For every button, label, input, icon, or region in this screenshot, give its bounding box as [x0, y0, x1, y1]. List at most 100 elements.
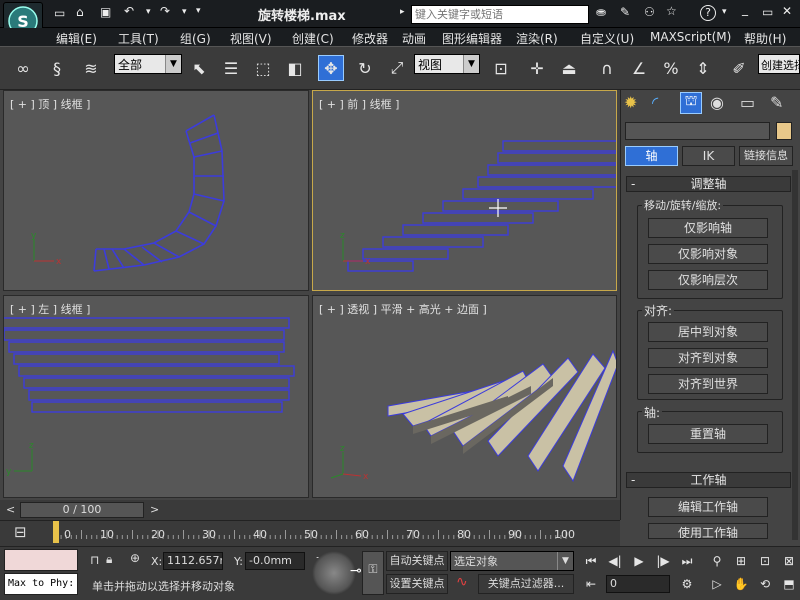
tab-ik[interactable]: IK — [682, 146, 735, 166]
command-panel-scrollbar[interactable] — [792, 170, 798, 540]
percent-snap-icon[interactable]: % — [658, 55, 684, 81]
keyboard-shortcut-override-icon[interactable]: ⏏ — [556, 55, 582, 81]
zoom-extents-icon[interactable]: ⊡ — [756, 552, 774, 570]
display-tab-icon[interactable]: ▭ — [740, 93, 760, 113]
selection-lock-icon[interactable]: ⊓ — [90, 553, 99, 567]
create-tab-icon[interactable]: ✹ — [624, 93, 644, 113]
track-bar[interactable]: ⊟ 0 10 20 30 40 50 60 70 80 90 100 — [0, 520, 620, 546]
affect-hierarchy-only-button[interactable]: 仅影响层次 — [648, 270, 768, 290]
key-filters-button[interactable]: 关键点过滤器... — [478, 574, 574, 594]
help-dropdown-icon[interactable]: ▾ — [722, 7, 727, 17]
object-color-swatch[interactable] — [776, 122, 792, 140]
modify-tab-icon[interactable]: ◜ — [652, 93, 672, 113]
minimize-icon[interactable]: _ — [742, 2, 748, 16]
edit-named-selection-icon[interactable]: ✐ — [726, 55, 752, 81]
select-object-icon[interactable]: ⬉ — [186, 55, 212, 81]
bind-space-warp-icon[interactable]: ≋ — [78, 55, 104, 81]
close-icon[interactable]: ✕ — [782, 4, 792, 18]
menu-view[interactable]: 视图(V) — [230, 30, 272, 47]
previous-frame-icon[interactable]: ◀| — [606, 552, 624, 570]
select-link-icon[interactable]: ∞ — [10, 55, 36, 81]
rollout-working-pivot[interactable]: - 工作轴 — [626, 472, 791, 488]
current-frame-field[interactable]: 0 — [606, 575, 670, 593]
viewport-left[interactable]: [ + ] 左 ] 线框 ] z y — [3, 295, 309, 498]
rectangular-selection-icon[interactable]: ⬚ — [250, 55, 276, 81]
rollout-adjust-pivot[interactable]: - 调整轴 — [626, 176, 791, 192]
tab-pivot[interactable]: 轴 — [625, 146, 678, 166]
x-coord-field[interactable]: 1112.657m — [163, 552, 223, 570]
menu-create[interactable]: 创建(C) — [292, 30, 334, 47]
menu-tools[interactable]: 工具(T) — [118, 30, 159, 47]
zoom-extents-all-icon[interactable]: ⊠ — [780, 552, 798, 570]
quick-access-dropdown-icon[interactable]: ▾ — [196, 6, 201, 16]
y-coord-field[interactable]: -0.0mm — [245, 552, 305, 570]
use-working-pivot-button[interactable]: 使用工作轴 — [648, 523, 768, 539]
next-frame-icon[interactable]: |▶ — [654, 552, 672, 570]
menu-edit[interactable]: 编辑(E) — [56, 30, 97, 47]
object-name-field[interactable] — [625, 122, 770, 140]
search-input[interactable] — [411, 5, 589, 24]
utilities-tab-icon[interactable]: ✎ — [770, 93, 790, 113]
save-file-icon[interactable]: ▣ — [100, 5, 111, 19]
key-mode-icon[interactable]: ⇤ — [582, 575, 600, 593]
field-of-view-icon[interactable]: ▷ — [708, 575, 726, 593]
play-icon[interactable]: ▶ — [630, 552, 648, 570]
viewport-front[interactable]: [ + ] 前 ] 线框 ] z x — [312, 90, 617, 291]
menu-help[interactable]: 帮助(H) — [744, 30, 786, 47]
open-file-icon[interactable]: ⌂ — [76, 5, 84, 19]
angle-snap-icon[interactable]: ∠ — [626, 55, 652, 81]
favorites-icon[interactable]: ☆ — [666, 4, 677, 18]
affect-pivot-only-button[interactable]: 仅影响轴 — [648, 218, 768, 238]
current-frame-marker[interactable] — [53, 521, 59, 543]
tab-link-info[interactable]: 链接信息 — [739, 146, 793, 166]
select-and-scale-icon[interactable]: ⤢ — [384, 55, 410, 81]
help-icon[interactable]: ? — [700, 5, 716, 21]
zoom-all-icon[interactable]: ⊞ — [732, 552, 750, 570]
account-icon[interactable]: ⚇ — [644, 5, 655, 19]
select-and-move-icon[interactable]: ✥ — [318, 55, 344, 81]
curve-editor-mini-icon[interactable]: ⊟ — [14, 523, 27, 541]
zoom-icon[interactable]: ⚲ — [708, 552, 726, 570]
unlink-icon[interactable]: § — [44, 55, 70, 81]
reset-pivot-button[interactable]: 重置轴 — [648, 424, 768, 444]
align-to-object-button[interactable]: 对齐到对象 — [648, 348, 768, 368]
align-to-world-button[interactable]: 对齐到世界 — [648, 374, 768, 394]
time-slider-next-icon[interactable]: > — [150, 503, 159, 516]
hierarchy-tab-icon[interactable]: ⛫ — [680, 92, 702, 114]
create-selection-set-field[interactable]: 创建选择 — [758, 54, 800, 74]
time-slider-thumb[interactable]: 0 / 100 — [20, 502, 144, 518]
spinner-snap-icon[interactable]: ⇕ — [690, 55, 716, 81]
auto-key-button[interactable]: 自动关键点 — [386, 551, 448, 571]
edit-working-pivot-button[interactable]: 编辑工作轴 — [648, 497, 768, 517]
binoculars-icon[interactable]: ⛂ — [596, 5, 606, 19]
absolute-mode-icon[interactable]: ⊕ — [130, 551, 140, 565]
window-crossing-icon[interactable]: ◧ — [282, 55, 308, 81]
redo-dropdown-icon[interactable]: ▾ — [182, 7, 187, 17]
go-to-end-icon[interactable]: ⏭ — [678, 552, 696, 570]
set-key-button[interactable]: 设置关键点 — [386, 574, 448, 594]
new-file-icon[interactable]: ▭ — [54, 6, 65, 20]
select-by-name-icon[interactable]: ☰ — [218, 55, 244, 81]
undo-dropdown-icon[interactable]: ▾ — [146, 7, 151, 17]
restore-icon[interactable]: ▭ — [762, 5, 773, 19]
affect-object-only-button[interactable]: 仅影响对象 — [648, 244, 768, 264]
pivot-center-icon[interactable]: ⊡ — [488, 55, 514, 81]
maxscript-mini-input[interactable]: Max to Phy: — [4, 573, 78, 595]
snaps-toggle-icon[interactable]: ∩ — [594, 55, 620, 81]
select-and-rotate-icon[interactable]: ↻ — [352, 55, 378, 81]
center-to-object-button[interactable]: 居中到对象 — [648, 322, 768, 342]
go-to-start-icon[interactable]: ⏮ — [582, 552, 600, 570]
time-slider-prev-icon[interactable]: < — [6, 503, 15, 516]
reference-coordinate-select[interactable]: 视图 ▼ — [414, 54, 480, 74]
time-configuration-icon[interactable]: ⚙ — [678, 575, 696, 593]
menu-graph-editors[interactable]: 图形编辑器 — [442, 30, 502, 47]
redo-icon[interactable]: ↷ — [160, 4, 170, 18]
viewport-perspective[interactable]: [ + ] 透视 ] 平滑 + 高光 + 边面 ] z x — [312, 295, 617, 498]
undo-icon[interactable]: ↶ — [124, 4, 134, 18]
menu-customize[interactable]: 自定义(U) — [580, 30, 634, 47]
menu-animation[interactable]: 动画 — [402, 30, 426, 47]
tools-icon[interactable]: ✎ — [620, 5, 630, 19]
lock-icon[interactable]: 🔒︎ — [106, 552, 112, 567]
motion-tab-icon[interactable]: ◉ — [710, 93, 730, 113]
menu-group[interactable]: 组(G) — [180, 30, 211, 47]
